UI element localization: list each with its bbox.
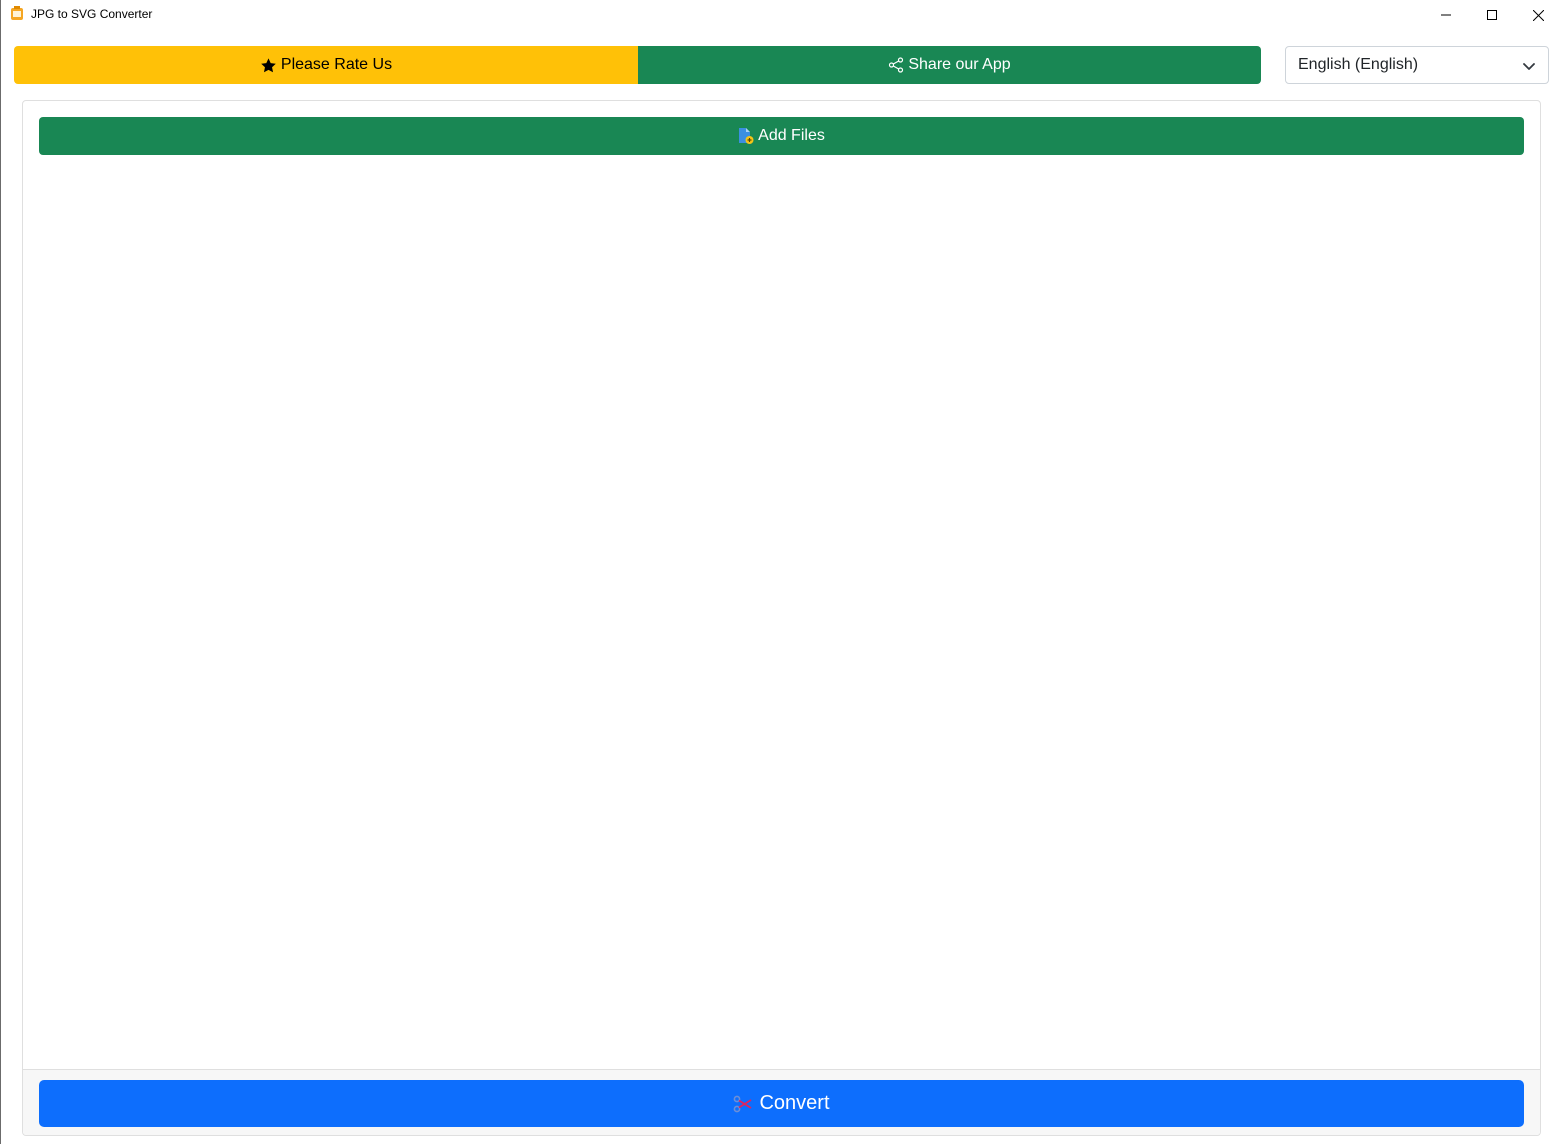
language-select[interactable]: English (English)	[1285, 46, 1549, 84]
convert-button[interactable]: Convert	[39, 1080, 1524, 1127]
minimize-button[interactable]	[1423, 0, 1469, 30]
language-selected-value: English (English)	[1298, 56, 1419, 73]
add-file-icon	[738, 127, 754, 145]
rate-us-button[interactable]: Please Rate Us	[14, 46, 638, 84]
app-window: JPG to SVG Converter Please Rate Us Shar…	[0, 0, 1555, 1144]
main-card: Add Files Convert	[22, 100, 1541, 1136]
file-list-area[interactable]	[23, 163, 1540, 1069]
maximize-icon	[1487, 10, 1497, 20]
rate-us-label: Please Rate Us	[280, 56, 393, 73]
title-bar: JPG to SVG Converter	[1, 0, 1555, 30]
convert-label: Convert	[759, 1092, 830, 1114]
star-icon	[260, 57, 277, 74]
convert-icon	[733, 1094, 753, 1114]
add-files-button[interactable]: Add Files	[39, 117, 1524, 155]
close-icon	[1532, 9, 1544, 21]
add-files-label: Add Files	[758, 127, 825, 144]
share-app-label: Share our App	[908, 56, 1011, 73]
card-footer: Convert	[23, 1069, 1540, 1135]
close-button[interactable]	[1515, 0, 1555, 30]
share-app-button[interactable]: Share our App	[638, 46, 1261, 84]
maximize-button[interactable]	[1469, 0, 1515, 30]
window-title: JPG to SVG Converter	[31, 7, 153, 21]
chevron-down-icon	[1522, 59, 1536, 73]
app-logo-icon	[10, 6, 24, 22]
share-icon	[888, 57, 904, 73]
minimize-icon	[1441, 10, 1451, 20]
